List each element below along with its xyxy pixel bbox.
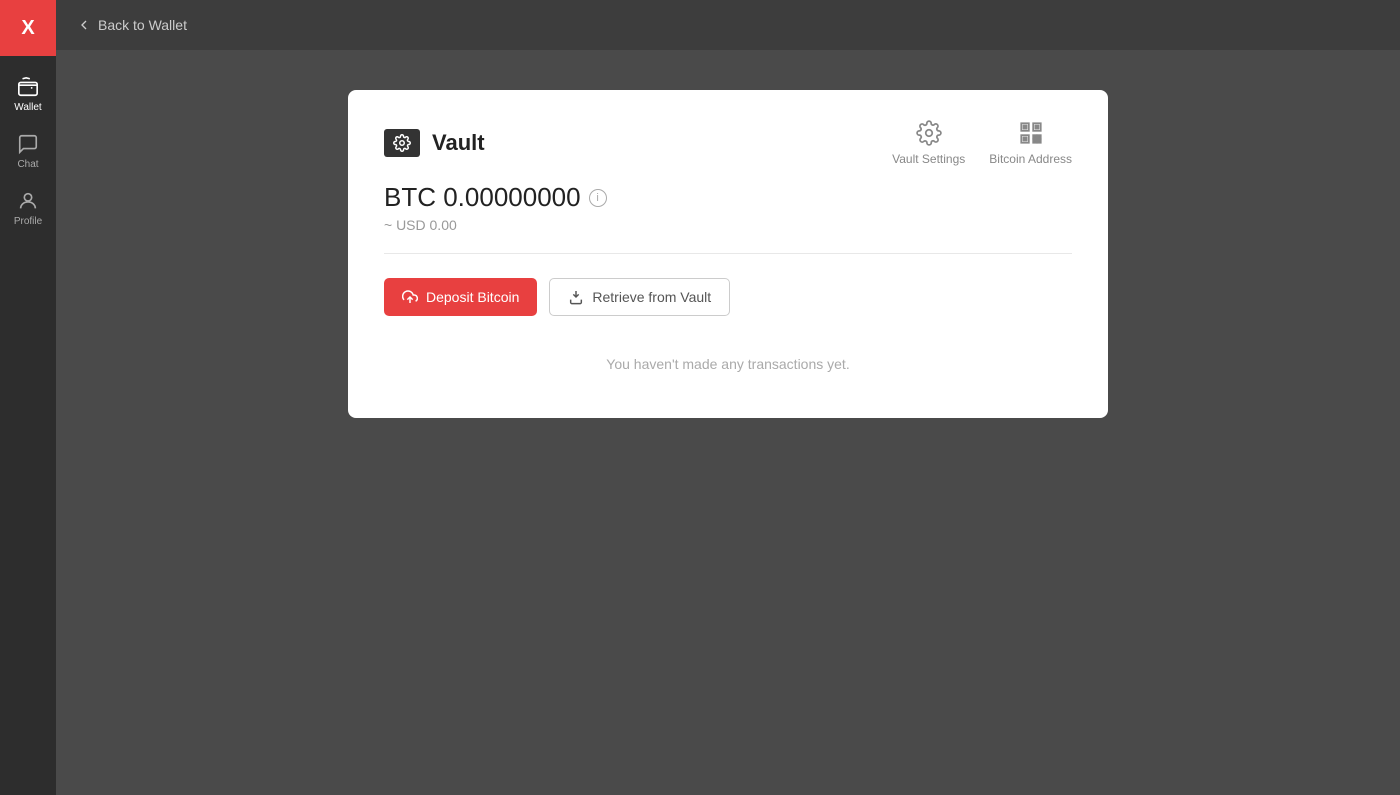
back-link-label: Back to Wallet	[98, 17, 187, 33]
back-to-wallet-link[interactable]: Back to Wallet	[76, 17, 187, 33]
logo-button[interactable]: X	[0, 0, 56, 56]
info-icon[interactable]: i	[589, 189, 607, 207]
bitcoin-address-button[interactable]: Bitcoin Address	[989, 120, 1072, 166]
logo-icon: X	[21, 17, 34, 40]
profile-label: Profile	[14, 216, 42, 227]
vault-settings-icon	[916, 120, 942, 146]
vault-actions: Vault Settings	[892, 120, 1072, 166]
chat-icon	[17, 133, 39, 155]
vault-header: Vault Vault Settings	[384, 120, 1072, 166]
wallet-icon	[17, 76, 39, 98]
content-area: Vault Vault Settings	[56, 50, 1400, 795]
sidebar-item-profile[interactable]: Profile	[0, 180, 56, 237]
retrieve-from-vault-button[interactable]: Retrieve from Vault	[549, 278, 730, 316]
vault-title-section: Vault	[384, 129, 485, 157]
vault-settings-button[interactable]: Vault Settings	[892, 120, 965, 166]
deposit-bitcoin-button[interactable]: Deposit Bitcoin	[384, 278, 537, 316]
empty-state-text: You haven't made any transactions yet.	[606, 356, 849, 372]
vault-settings-label: Vault Settings	[892, 152, 965, 166]
chevron-left-icon	[76, 17, 92, 33]
topbar: Back to Wallet	[56, 0, 1400, 50]
vault-badge-icon	[393, 134, 411, 152]
divider	[384, 253, 1072, 254]
retrieve-label: Retrieve from Vault	[592, 289, 711, 305]
deposit-icon	[402, 289, 418, 305]
retrieve-icon	[568, 289, 584, 305]
deposit-label: Deposit Bitcoin	[426, 289, 519, 305]
sidebar-item-chat[interactable]: Chat	[0, 123, 56, 180]
vault-title: Vault	[432, 130, 485, 156]
bitcoin-address-label: Bitcoin Address	[989, 152, 1072, 166]
wallet-label: Wallet	[14, 102, 41, 113]
profile-icon	[17, 190, 39, 212]
balance-row: BTC 0.00000000 i	[384, 182, 1072, 213]
vault-card: Vault Vault Settings	[348, 90, 1108, 418]
action-buttons: Deposit Bitcoin Retrieve from Vault	[384, 278, 1072, 316]
vault-icon-badge	[384, 129, 420, 157]
main-content: Back to Wallet Vault	[56, 0, 1400, 795]
sidebar: X Wallet Chat Profile	[0, 0, 56, 795]
qr-code-icon	[1018, 120, 1044, 146]
balance-usd: ~ USD 0.00	[384, 217, 1072, 233]
balance-btc: BTC 0.00000000	[384, 182, 581, 213]
sidebar-nav: Wallet Chat Profile	[0, 56, 56, 237]
chat-label: Chat	[17, 159, 38, 170]
sidebar-item-wallet[interactable]: Wallet	[0, 66, 56, 123]
empty-state: You haven't made any transactions yet.	[384, 356, 1072, 382]
